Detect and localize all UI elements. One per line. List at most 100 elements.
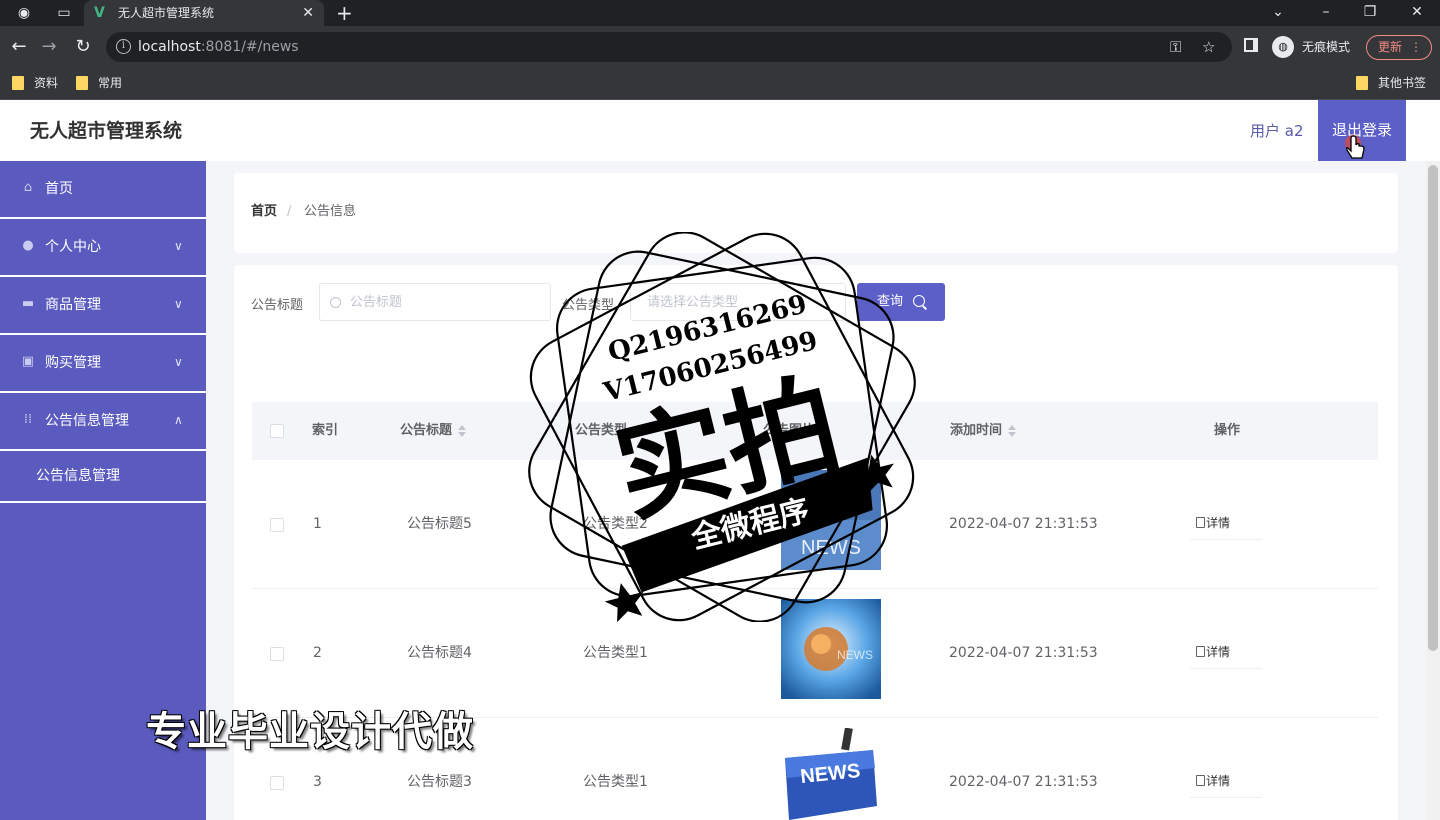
sidebar-item-label: 购买管理 (45, 355, 101, 371)
bookmark-folder-other[interactable]: 其他书签 (1356, 75, 1426, 91)
minimize-icon[interactable]: – (1314, 2, 1338, 22)
sidebar-subitem-notice-management[interactable]: 公告信息管理 (0, 451, 206, 503)
row-checkbox[interactable] (270, 647, 284, 661)
detail-button[interactable]: 详情 (1190, 764, 1262, 798)
globe-icon[interactable]: ◉ (14, 4, 34, 22)
user-icon: ● (22, 238, 34, 253)
user-label: 用户 a2 (1250, 122, 1304, 140)
bookmark-folder-ziliao[interactable]: 资料 (12, 75, 58, 91)
column-header-index: 索引 (312, 423, 339, 438)
row-checkbox[interactable] (270, 776, 284, 790)
document-icon (1196, 646, 1205, 657)
sidebar-item-goods[interactable]: ▬ 商品管理 ∨ (0, 277, 206, 335)
title-search-placeholder: 公告标题 (350, 295, 403, 310)
chevron-down-icon: ∨ (174, 355, 183, 369)
stamp-watermark: Q2196316269 V17060256499 实拍 全微程序 (528, 232, 916, 622)
row-time: 2022-04-07 21:31:53 (949, 516, 1098, 532)
browser-tabstrip: ◉ ▭ V 无人超市管理系统 ✕ + ⌄ – ❐ ✕ (0, 0, 1440, 26)
select-all-checkbox[interactable] (270, 424, 284, 438)
column-header-time[interactable]: 添加时间 (950, 422, 1017, 440)
sidebar-item-purchase[interactable]: ▣ 购买管理 ∨ (0, 335, 206, 393)
breadcrumb-current: 公告信息 (304, 204, 357, 219)
reload-icon[interactable]: ↻ (72, 36, 94, 58)
sidebar-item-personal-center[interactable]: ● 个人中心 ∨ (0, 219, 206, 277)
new-tab-icon[interactable]: + (336, 2, 353, 24)
row-title: 公告标题5 (407, 516, 472, 532)
row-type: 公告类型1 (583, 645, 648, 661)
title-filter-label: 公告标题 (251, 298, 304, 313)
update-button[interactable]: 更新 ⋮ (1366, 35, 1432, 60)
url-text[interactable]: localhost:8081/#/news (138, 38, 299, 56)
tab-overview-icon[interactable]: ▭ (54, 4, 74, 22)
sidebar-item-label: 首页 (45, 181, 73, 197)
update-label: 更新 (1378, 40, 1403, 54)
app-header: 无人超市管理系统 用户 a2 退出登录 (0, 100, 1440, 161)
incognito-label: 无痕模式 (1302, 40, 1351, 54)
chevron-down-icon[interactable]: ⌄ (1266, 2, 1290, 22)
column-header-title[interactable]: 公告标题 (400, 422, 467, 440)
restore-icon[interactable]: ❐ (1358, 2, 1382, 22)
chevron-up-icon: ∧ (174, 413, 183, 427)
row-time: 2022-04-07 21:31:53 (949, 645, 1098, 661)
browser-tab-active[interactable]: V 无人超市管理系统 ✕ (84, 0, 324, 26)
search-icon (330, 297, 341, 308)
row-index: 1 (313, 516, 322, 532)
document-icon (1196, 517, 1205, 528)
row-index: 3 (313, 774, 322, 790)
bookmark-folder-changyong[interactable]: 常用 (76, 75, 122, 91)
news-image-3: NEWS (781, 728, 881, 820)
news-image-text: NEWS (837, 648, 873, 662)
forward-icon[interactable]: → (38, 36, 60, 58)
close-icon[interactable]: ✕ (302, 4, 314, 22)
sidebar-item-label: 公告信息管理 (45, 413, 129, 429)
row-title: 公告标题4 (407, 645, 472, 661)
detail-button[interactable]: 详情 (1190, 506, 1262, 540)
key-icon[interactable]: ⚿ (1170, 37, 1181, 57)
goods-icon: ▬ (21, 296, 35, 311)
purchase-icon: ▣ (21, 354, 35, 369)
sidebar-subitem-label: 公告信息管理 (36, 468, 120, 484)
document-icon (1196, 775, 1205, 786)
chevron-down-icon: ∨ (174, 239, 183, 253)
column-header-action: 操作 (1214, 423, 1241, 438)
scrollbar-thumb[interactable] (1428, 165, 1438, 651)
window-close-icon[interactable]: ✕ (1405, 2, 1429, 22)
chevron-down-icon: ∨ (174, 297, 183, 311)
column-header-time-label: 添加时间 (950, 423, 1003, 438)
sidebar-item-label: 个人中心 (45, 239, 101, 255)
app-title: 无人超市管理系统 (30, 120, 183, 142)
bookmarks-bar: 资料 常用 其他书签 (0, 68, 1440, 100)
page-scrollbar[interactable] (1426, 161, 1440, 820)
detail-button-label: 详情 (1206, 774, 1231, 788)
breadcrumb-home[interactable]: 首页 (251, 203, 277, 221)
vue-logo-icon: V (94, 5, 105, 21)
back-icon[interactable]: ← (8, 36, 30, 58)
info-icon[interactable]: i (116, 39, 131, 54)
sidebar-item-home[interactable]: ⌂ 首页 (0, 161, 206, 219)
browser-toolbar: ← → ↻ i localhost:8081/#/news ⚿ ☆ ◍ 无痕模式… (0, 26, 1440, 68)
title-search-input[interactable]: 公告标题 (319, 283, 551, 321)
browser-tab-title: 无人超市管理系统 (118, 6, 215, 20)
incognito-icon: ◍ (1272, 36, 1294, 58)
row-image[interactable]: NEWS (781, 728, 881, 820)
star-icon[interactable]: ☆ (1202, 37, 1215, 57)
sidebar-item-notice[interactable]: ⁞⁞ 公告信息管理 ∧ (0, 393, 206, 451)
sidebar-item-label: 商品管理 (45, 297, 101, 313)
row-type: 公告类型1 (583, 774, 648, 790)
sort-icon[interactable] (458, 424, 467, 437)
row-time: 2022-04-07 21:31:53 (949, 774, 1098, 790)
row-title: 公告标题3 (407, 774, 472, 790)
hand-cursor-icon (1345, 135, 1365, 159)
row-checkbox[interactable] (270, 518, 284, 532)
url-host: localhost (138, 39, 201, 55)
home-icon: ⌂ (23, 180, 33, 195)
detail-button-label: 详情 (1206, 645, 1231, 659)
detail-button[interactable]: 详情 (1190, 635, 1262, 669)
row-index: 2 (313, 645, 322, 661)
sort-icon[interactable] (1008, 424, 1017, 437)
url-path: :8081/#/news (200, 39, 299, 55)
address-bar[interactable]: i localhost:8081/#/news ⚿ ☆ (106, 32, 1232, 62)
watermark-text: 专业毕业设计代做 (146, 709, 474, 755)
notice-icon: ⁞⁞ (23, 412, 33, 427)
side-panel-icon[interactable] (1244, 38, 1258, 52)
